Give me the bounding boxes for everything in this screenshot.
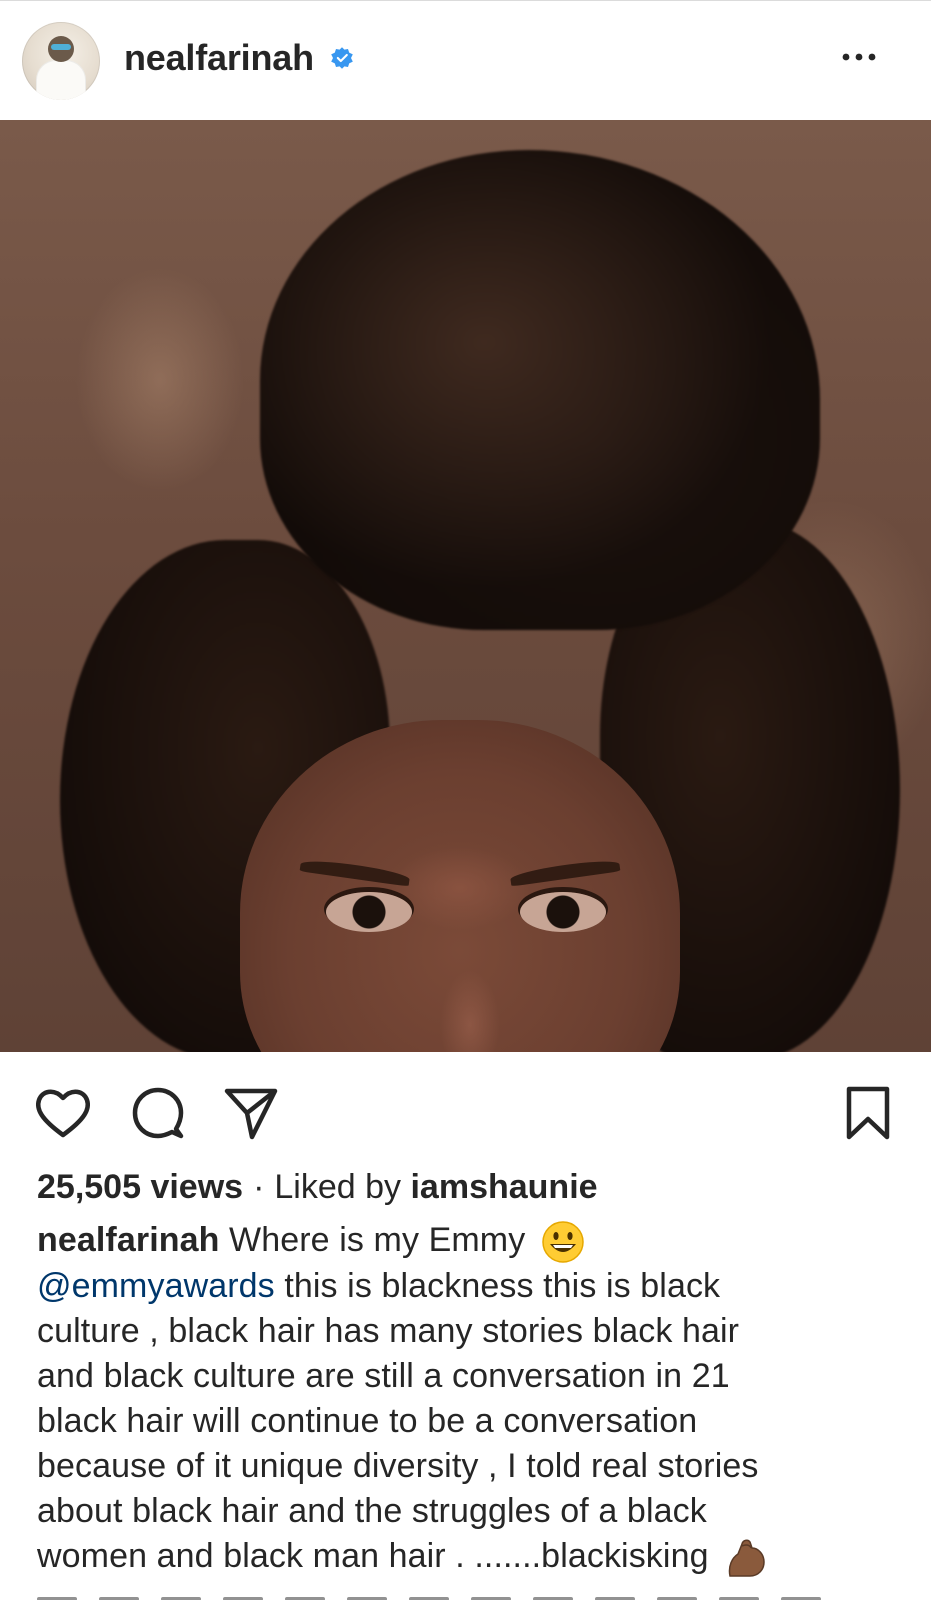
flexed-biceps-emoji [728,1539,765,1577]
avatar-body [36,60,86,100]
media-eye-left [326,892,412,932]
more-horizontal-icon[interactable] [838,47,880,67]
caption-username[interactable]: nealfarinah [37,1221,220,1259]
caption-mention[interactable]: @emmyawards [37,1267,275,1305]
liked-by-username[interactable]: iamshaunie [410,1168,597,1206]
caption-line-1: nealfarinah Where is my Emmy [37,1218,907,1264]
post-stats: 25,505 views · Liked by iamshaunie [37,1168,598,1207]
caption-line-5: black hair will continue to be a convers… [37,1402,698,1441]
caption-text-1: Where is my Emmy [229,1221,526,1259]
caption-line-3: culture , black hair has many stories bl… [37,1312,740,1351]
caption-text-2: this is blackness this is black [284,1267,721,1306]
grinning-face-emoji [542,1221,584,1263]
liked-by-label: Liked by [274,1168,402,1206]
media-eye-right [520,892,606,932]
post-media-video[interactable] [0,120,931,1052]
post-header: nealfarinah [0,0,931,120]
avatar-glasses [51,44,71,50]
bookmark-icon[interactable] [843,1085,893,1141]
caption-line-2: @emmyawards this is blackness this is bl… [37,1264,907,1309]
caption-line-6: because of it unique diversity , I told … [37,1447,759,1486]
heart-icon[interactable] [33,1085,93,1141]
post-username[interactable]: nealfarinah [124,37,314,79]
avatar[interactable] [22,22,100,100]
stats-separator: · [253,1168,265,1206]
paper-plane-icon[interactable] [222,1085,280,1141]
caption-overflow-line [37,1588,897,1600]
caption-line-8: women and black man hair . .......blacki… [37,1534,907,1580]
caption-line-7: about black hair and the struggles of a … [37,1492,707,1531]
caption-line-4: and black culture are still a conversati… [37,1357,730,1396]
media-nose [440,970,500,1052]
post-caption: nealfarinah Where is my Emmy @emmyawards… [37,1218,907,1580]
view-count[interactable]: 25,505 views [37,1168,243,1206]
verified-badge-icon [331,47,353,69]
comment-bubble-icon[interactable] [130,1085,186,1141]
media-hair-top [260,150,820,630]
caption-text-8: women and black man hair . .......blacki… [37,1537,709,1576]
